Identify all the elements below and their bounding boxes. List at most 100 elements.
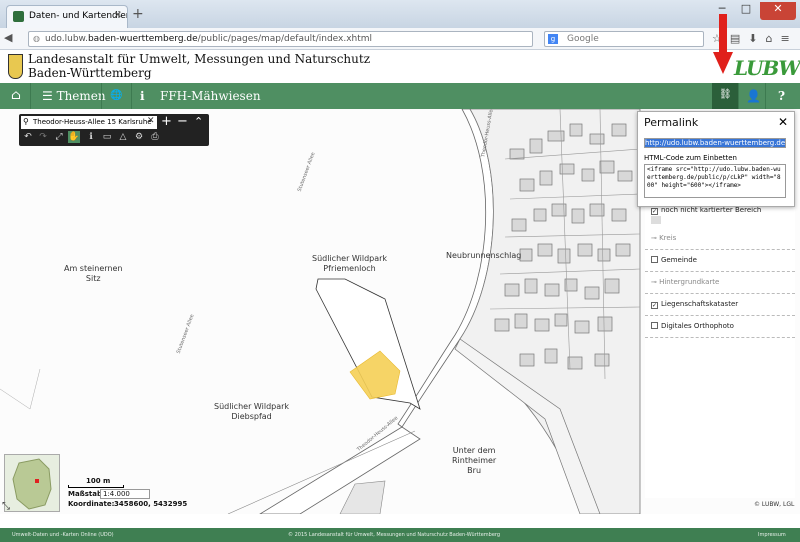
search-engine-box[interactable]: g Google [544, 31, 704, 47]
checkbox[interactable] [651, 322, 658, 329]
globe-icon[interactable]: 🌐 [110, 83, 122, 109]
toolbar-divider [101, 83, 102, 109]
layer-item[interactable]: ✓ Liegenschaftskataster [645, 294, 795, 316]
layer-label: noch nicht kartierter Bereich [661, 206, 762, 214]
layer-label: Hintergrundkarte [659, 278, 720, 286]
map-label: Unter dem Rintheimer Bru [452, 446, 497, 475]
pan-icon[interactable]: ✋ [68, 131, 80, 143]
overview-map-shape [12, 458, 52, 510]
koordinate-value: 3458600, 5432995 [114, 500, 188, 508]
org-name-line2: Baden-Württemberg [28, 66, 152, 80]
checkbox[interactable] [651, 256, 658, 263]
help-icon[interactable]: ? [778, 83, 785, 109]
close-icon[interactable]: ✕ [778, 115, 788, 129]
draw-icon[interactable]: △ [117, 131, 129, 143]
embed-code-field[interactable]: <iframe src="http://udo.lubw.baden-wuert… [644, 164, 786, 198]
layer-label: Gemeinde [661, 256, 697, 264]
redo-icon[interactable]: ↷ [37, 131, 49, 143]
google-icon: g [548, 34, 558, 44]
favicon-icon [13, 11, 24, 22]
massstab-input[interactable]: 1:4.000 [100, 489, 150, 499]
checkbox-checked[interactable]: ✓ [651, 302, 658, 309]
home-icon[interactable]: ⌂ [11, 83, 21, 109]
undo-icon[interactable]: ↶ [22, 131, 34, 143]
massstab-label: Maßstab [68, 490, 102, 498]
browser-titlebar: Daten- und Kartendienst d... ✕ + ─ □ ✕ [0, 0, 800, 28]
scale-info: 100 m Maßstab 1:4.000 Koordinate: 345860… [64, 477, 194, 509]
checkbox-checked[interactable]: ✓ [651, 208, 658, 215]
scale-bar-label: 100 m [86, 477, 111, 485]
layer-item[interactable]: Gemeinde [645, 250, 795, 272]
url-prefix: udo.lubw. [45, 34, 88, 44]
clear-search-icon[interactable]: ✕ [147, 116, 155, 126]
status-center: © 2015 Landesanstalt für Umwelt, Messung… [288, 532, 501, 538]
layer-label: Digitales Orthophoto [661, 322, 734, 330]
embed-label: HTML-Code zum Einbetten [644, 154, 737, 162]
layer-list: ✓ noch nicht kartierter Bereich ⊸ Kreis G… [645, 200, 795, 498]
page-footer-spacer [0, 514, 800, 528]
koordinate-label: Koordinate: [68, 500, 115, 508]
map-label: Neubrunnenschlag [446, 251, 522, 260]
expand-overview-icon[interactable]: ⤡ [2, 501, 10, 512]
download-icon[interactable]: ⬇ [748, 32, 757, 45]
url-domain: baden-wuerttemberg.de [87, 34, 198, 44]
address-search-value: Theodor-Heuss-Allee 15 Karlsruhe [33, 118, 152, 126]
map-copyright: © LUBW, LGL [754, 501, 795, 508]
browser-navbar: ◀ ◍ udo.lubw.baden-wuerttemberg.de/publi… [0, 28, 800, 50]
page-header: Landesanstalt für Umwelt, Messungen und … [0, 50, 800, 83]
home-browser-icon[interactable]: ⌂ [766, 32, 773, 45]
identify-icon[interactable]: ℹ [85, 131, 97, 143]
impressum-link[interactable]: Impressum [758, 528, 786, 542]
toolbar-divider [131, 83, 132, 109]
fullextent-icon[interactable]: ⤢ [53, 131, 65, 143]
link-icon: ⛓ [719, 89, 732, 100]
map-label: Am steinernen Sitz [64, 264, 123, 283]
address-search-input[interactable]: ⚲ Theodor-Heuss-Allee 15 Karlsruhe [21, 116, 157, 129]
layer-label: Liegenschaftskataster [661, 300, 739, 308]
layer-label: Kreis [659, 234, 677, 242]
measure-icon[interactable]: ▭ [101, 131, 113, 143]
zoom-out-button[interactable]: − [177, 114, 188, 129]
map-label: Südlicher Wildpark Diebspfad [214, 402, 290, 421]
lubw-logo: LUBW [734, 56, 800, 80]
globe-url-icon: ◍ [33, 34, 40, 43]
toolbar-divider [30, 83, 31, 109]
permalink-button[interactable]: ⛓ [712, 83, 738, 109]
status-left: Umwelt-Daten und -Karten Online (UDO) [12, 532, 114, 538]
organization-name: Landesanstalt für Umwelt, Messungen und … [28, 52, 370, 80]
address-bar[interactable]: ◍ udo.lubw.baden-wuerttemberg.de/public/… [28, 31, 533, 47]
status-bar: Umwelt-Daten und -Karten Online (UDO) © … [0, 528, 800, 542]
layer-group[interactable]: ⊸ Kreis [645, 228, 795, 250]
red-arrow-annotation [713, 14, 733, 74]
map-tools-panel: ⚲ Theodor-Heuss-Allee 15 Karlsruhe ✕ + −… [19, 114, 209, 146]
tab-close-icon[interactable]: ✕ [114, 10, 122, 21]
layer-item[interactable]: Digitales Orthophoto [645, 316, 795, 338]
zoom-in-button[interactable]: + [161, 114, 172, 129]
info-icon[interactable]: ℹ [140, 83, 145, 109]
map-label: Südlicher Wildpark Pfriemenloch [312, 254, 388, 273]
browser-tab[interactable]: Daten- und Kartendienst d... ✕ [6, 5, 128, 28]
permalink-title: Permalink [644, 116, 699, 129]
permalink-url-field[interactable]: http://udo.lubw.baden-wuerttemberg.de/pu… [644, 138, 786, 148]
new-tab-button[interactable]: + [132, 7, 146, 22]
list-icon: ☰ [42, 89, 57, 103]
toolbar-divider [738, 83, 739, 109]
themes-button[interactable]: ☰ Themen [42, 83, 106, 109]
collapse-tools-button[interactable]: ⌃ [194, 115, 203, 128]
back-icon[interactable]: ◀ [4, 31, 12, 44]
search-icon: ⚲ [23, 117, 29, 126]
layer-group[interactable]: ⊸ Hintergrundkarte [645, 272, 795, 294]
maximize-button[interactable]: □ [736, 2, 756, 20]
group-icon: ⊸ [651, 278, 660, 286]
window-close-button[interactable]: ✕ [760, 2, 796, 20]
org-name-line1: Landesanstalt für Umwelt, Messungen und … [28, 52, 371, 66]
overview-map[interactable] [4, 454, 60, 512]
settings-icon[interactable]: ⚙ [133, 131, 145, 143]
user-icon[interactable]: 👤 [746, 83, 761, 109]
map-title: FFH-Mähwiesen [160, 89, 261, 103]
print-icon[interactable]: ⎙ [149, 131, 161, 143]
scale-bar [68, 485, 124, 488]
permalink-url-value: http://udo.lubw.baden-wuerttemberg.de/pu… [645, 139, 785, 147]
menu-icon[interactable]: ≡ [780, 32, 789, 45]
group-icon: ⊸ [651, 234, 660, 242]
